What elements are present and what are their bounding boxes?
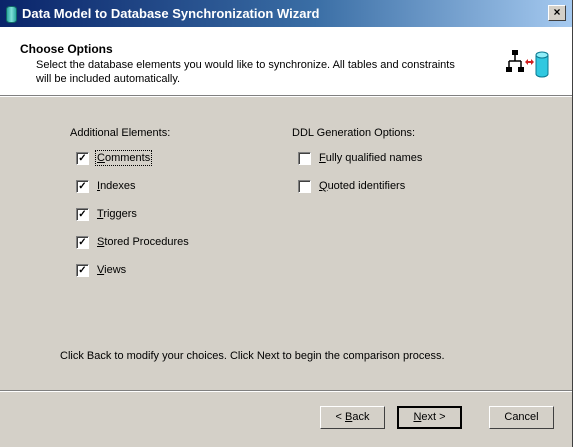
label-rest: tored Procedures [104,236,189,248]
window-title: Data Model to Database Synchronization W… [22,6,320,21]
checkbox-label: Indexes [97,180,136,192]
checkbox[interactable]: ✓ [76,151,89,165]
checkbox-row-views[interactable]: ✓ Views [76,262,126,278]
wizard-header: Choose Options Select the database eleme… [0,27,572,95]
instruction-text: Click Back to modify your choices. Click… [60,350,445,362]
checkbox-row-quoted-identifiers[interactable]: Quoted identifiers [298,178,405,194]
checkbox-row-comments[interactable]: ✓ Comments [76,150,153,166]
close-button[interactable]: × [548,5,566,21]
label-rest: riggers [103,208,137,220]
back-button[interactable]: < Back [320,406,385,429]
label-rest: iews [104,264,127,276]
checkbox-label: Triggers [97,208,137,220]
wizard-window: Data Model to Database Synchronization W… [0,0,573,447]
header-divider [0,95,572,97]
title-bar[interactable]: Data Model to Database Synchronization W… [0,0,572,27]
checkbox[interactable]: ✓ [76,235,89,249]
checkbox-row-triggers[interactable]: ✓ Triggers [76,206,137,222]
checkbox-row-fully-qualified-names[interactable]: Fully qualified names [298,150,422,166]
checkbox-label: Stored Procedures [97,236,189,248]
next-button[interactable]: Next > [397,406,462,429]
label-rest: ndexes [100,180,136,192]
checkbox[interactable] [298,151,311,165]
mnemonic-char: C [97,152,105,164]
checkbox[interactable]: ✓ [76,207,89,221]
label-rest: omments [104,152,151,164]
checkbox-row-stored-procedures[interactable]: ✓ Stored Procedures [76,234,189,250]
database-icon [6,6,17,23]
checkbox-label: Comments [94,150,153,166]
page-description: Select the database elements you would l… [36,59,455,85]
label-rest: ully qualified names [325,152,423,164]
checkbox[interactable]: ✓ [76,179,89,193]
label-rest: uoted identifiers [327,180,406,192]
checkbox-row-indexes[interactable]: ✓ Indexes [76,178,136,194]
network-database-sync-icon [506,50,549,78]
checkbox-label: Views [97,264,126,276]
footer-divider [0,390,572,392]
cancel-button[interactable]: Cancel [489,406,554,429]
additional-elements-label: Additional Elements: [70,127,171,139]
checkbox-label: Fully qualified names [319,152,422,164]
ddl-options-label: DDL Generation Options: [292,127,416,139]
checkbox-label: Quoted identifiers [319,180,405,192]
checkbox[interactable]: ✓ [76,263,89,277]
page-title: Choose Options [20,42,113,56]
mnemonic-char: Q [319,180,328,192]
mnemonic-char: F [319,152,326,164]
checkbox[interactable] [298,179,311,193]
